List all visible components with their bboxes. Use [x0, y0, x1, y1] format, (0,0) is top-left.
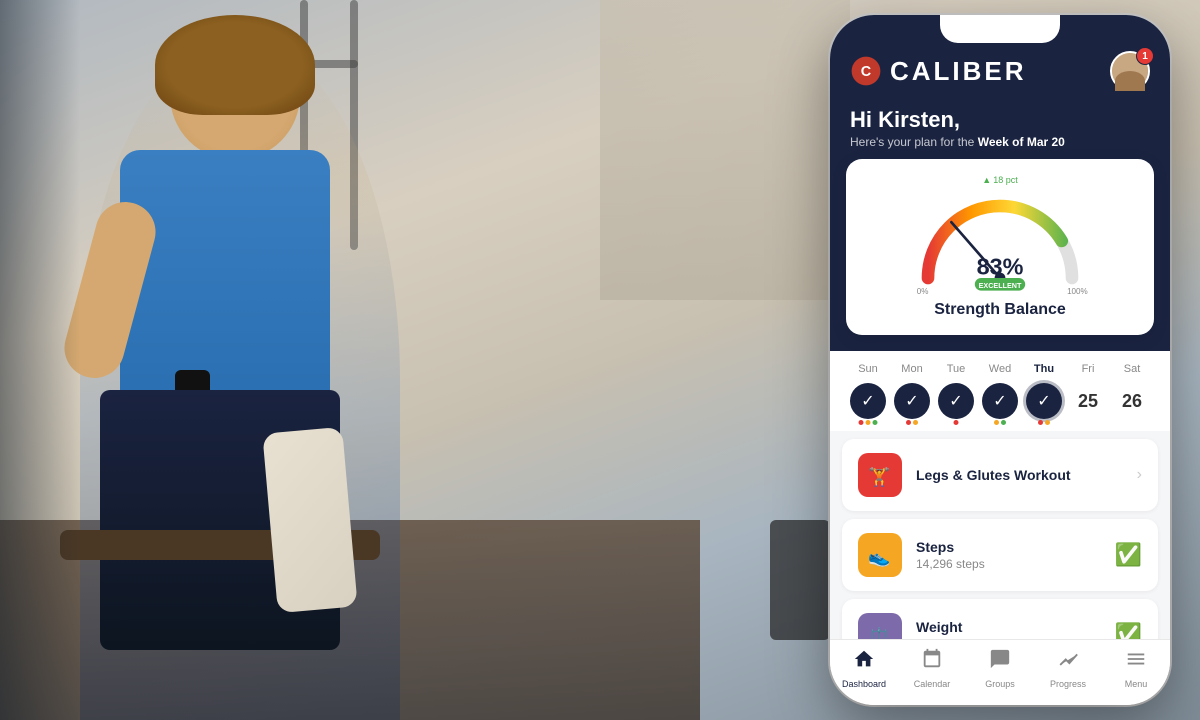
svg-text:🏋️: 🏋️ — [868, 466, 890, 487]
day-dot-mon — [906, 420, 918, 425]
caliber-logo-icon: C — [850, 55, 882, 87]
day-mon[interactable]: ✓ — [894, 383, 930, 419]
day-dot-thu — [1038, 420, 1050, 425]
svg-text:EXCELLENT: EXCELLENT — [979, 281, 1022, 290]
day-check-sun: ✓ — [850, 383, 886, 419]
workout-items: 🏋️ Legs & Glutes Workout › 👟 — [830, 439, 1170, 639]
day-label-sat: Sat — [1114, 363, 1150, 375]
day-sat[interactable]: 26 — [1114, 383, 1150, 419]
nav-label-menu: Menu — [1125, 679, 1148, 689]
phone-screen: C CALIBER 1 — [830, 15, 1170, 705]
day-wed[interactable]: ✓ — [982, 383, 1018, 419]
day-thu[interactable]: ✓ — [1026, 383, 1062, 419]
bottom-navigation: Dashboard Calendar Groups — [830, 639, 1170, 705]
day-label-sun: Sun — [850, 363, 886, 375]
workout-check-steps: ✅ — [1115, 542, 1142, 568]
day-dot-wed — [994, 420, 1006, 425]
steps-icon: 👟 — [868, 543, 892, 567]
week-days: ✓ ✓ — [846, 383, 1154, 419]
phone-notch — [940, 15, 1060, 43]
home-icon — [853, 648, 875, 676]
gauge-svg: 0% 100% 83% EXCELLENT — [910, 187, 1090, 297]
day-label-tue: Tue — [938, 363, 974, 375]
greeting-name: Hi Kirsten, — [850, 107, 1150, 133]
workout-name-legs: Legs & Glutes Workout — [916, 467, 1123, 483]
nav-label-groups: Groups — [985, 679, 1015, 689]
day-label-thu: Thu — [1026, 363, 1062, 375]
workout-meta-steps: 14,296 steps — [916, 557, 1101, 571]
phone-device: C CALIBER 1 — [830, 15, 1170, 705]
workout-info-weight: Weight 163.4 lbs — [916, 619, 1101, 639]
workout-info-legs: Legs & Glutes Workout — [916, 467, 1123, 483]
svg-text:👟: 👟 — [868, 547, 890, 567]
nav-label-dashboard: Dashboard — [842, 679, 886, 689]
day-check-wed: ✓ — [982, 383, 1018, 419]
menu-icon — [1125, 648, 1147, 676]
workout-check-weight: ✅ — [1115, 622, 1142, 639]
workout-icon-weight: ⚖️ — [858, 613, 902, 639]
day-label-wed: Wed — [982, 363, 1018, 375]
week-days-header: Sun Mon Tue Wed Thu Fri Sat — [846, 363, 1154, 375]
app-name: CALIBER — [890, 56, 1027, 87]
gauge-title: Strength Balance — [862, 301, 1138, 319]
day-number-fri: 25 — [1078, 391, 1098, 412]
user-avatar-wrapper[interactable]: 1 — [1110, 51, 1150, 91]
gauge-visual: 0% 100% 83% EXCELLENT — [862, 187, 1138, 297]
day-dot-tue — [954, 420, 959, 425]
nav-label-progress: Progress — [1050, 679, 1086, 689]
day-fri[interactable]: 25 — [1070, 383, 1106, 419]
calendar-icon — [921, 648, 943, 676]
day-number-sat: 26 — [1122, 391, 1142, 412]
workout-item-weight[interactable]: ⚖️ Weight 163.4 lbs ✅ — [842, 599, 1158, 639]
workout-item-legs[interactable]: 🏋️ Legs & Glutes Workout › — [842, 439, 1158, 511]
workout-chevron-legs: › — [1137, 466, 1142, 484]
day-label-mon: Mon — [894, 363, 930, 375]
nav-label-calendar: Calendar — [914, 679, 951, 689]
nav-item-dashboard[interactable]: Dashboard — [830, 648, 898, 689]
svg-text:⚖️: ⚖️ — [868, 626, 890, 639]
day-label-fri: Fri — [1070, 363, 1106, 375]
workout-item-steps[interactable]: 👟 Steps 14,296 steps ✅ — [842, 519, 1158, 591]
day-sun[interactable]: ✓ — [850, 383, 886, 419]
svg-text:83%: 83% — [977, 253, 1024, 279]
day-dot-sun — [859, 420, 878, 425]
svg-text:C: C — [861, 64, 871, 80]
day-check-mon: ✓ — [894, 383, 930, 419]
left-overlay — [0, 0, 80, 720]
legs-icon: 🏋️ — [868, 463, 892, 487]
scroll-content[interactable]: Sun Mon Tue Wed Thu Fri Sat ✓ — [830, 351, 1170, 639]
nav-item-menu[interactable]: Menu — [1102, 648, 1170, 689]
strength-balance-card: ▲18 pct — [846, 159, 1154, 335]
workout-info-steps: Steps 14,296 steps — [916, 539, 1101, 571]
nav-item-progress[interactable]: Progress — [1034, 648, 1102, 689]
day-check-tue: ✓ — [938, 383, 974, 419]
workout-name-weight: Weight — [916, 619, 1101, 635]
nav-item-calendar[interactable]: Calendar — [898, 648, 966, 689]
workout-icon-steps: 👟 — [858, 533, 902, 577]
groups-icon — [989, 648, 1011, 676]
greeting-subtitle: Here's your plan for the Week of Mar 20 — [850, 135, 1150, 149]
workout-name-steps: Steps — [916, 539, 1101, 555]
svg-text:100%: 100% — [1067, 287, 1088, 296]
week-calendar: Sun Mon Tue Wed Thu Fri Sat ✓ — [830, 351, 1170, 431]
nav-item-groups[interactable]: Groups — [966, 648, 1034, 689]
day-tue[interactable]: ✓ — [938, 383, 974, 419]
gauge-increase: ▲18 pct — [862, 175, 1138, 185]
workout-icon-legs: 🏋️ — [858, 453, 902, 497]
svg-text:0%: 0% — [917, 287, 929, 296]
logo-area: C CALIBER — [850, 55, 1027, 87]
notification-badge: 1 — [1136, 47, 1154, 65]
day-check-thu: ✓ — [1026, 383, 1062, 419]
weight-icon: ⚖️ — [868, 623, 892, 639]
progress-icon — [1057, 648, 1079, 676]
